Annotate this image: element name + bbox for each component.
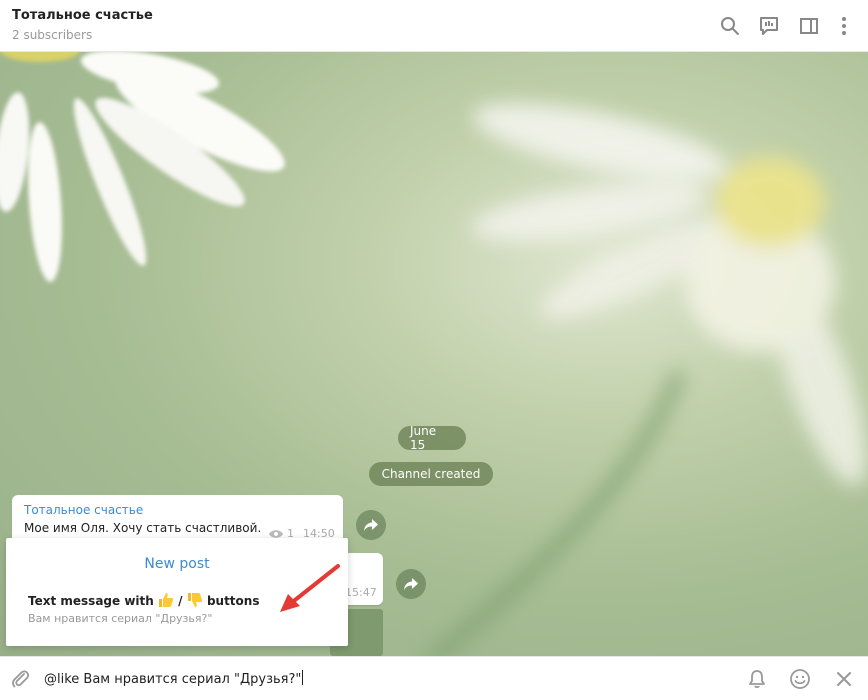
inline-result-description: Вам нравится сериал "Друзья?": [28, 612, 213, 625]
date-pill: June 15: [398, 424, 466, 452]
thumbs-up-icon: [158, 593, 174, 607]
close-icon[interactable]: [832, 667, 856, 691]
inline-result-title[interactable]: Text message with / buttons: [28, 592, 259, 608]
more-vertical-icon[interactable]: [832, 14, 856, 38]
message-text: Мое имя Оля. Хочу стать счастливой.: [24, 521, 262, 535]
forward-icon[interactable]: [396, 569, 426, 599]
message-input-bar: @like Вам нравится сериал "Друзья?": [0, 656, 868, 700]
channel-title[interactable]: Тотальное счастье: [12, 8, 153, 23]
message-meta: 15:47: [345, 586, 377, 599]
views-icon: [269, 529, 283, 538]
message-input[interactable]: @like Вам нравится сериал "Друзья?": [44, 670, 304, 687]
search-icon[interactable]: [718, 14, 742, 38]
discuss-icon[interactable]: [757, 14, 781, 38]
annotation-arrow-icon: [280, 564, 340, 612]
service-message-pill: Channel created: [369, 462, 493, 486]
emoji-icon[interactable]: [788, 667, 812, 691]
bell-icon[interactable]: [745, 667, 769, 691]
forward-icon[interactable]: [356, 510, 386, 540]
message-time: 15:47: [345, 586, 377, 599]
message-input-value: @like Вам нравится сериал "Друзья?": [44, 672, 302, 687]
sidebar-toggle-icon[interactable]: [797, 14, 821, 38]
result-title-prefix: Text message with: [28, 594, 154, 608]
result-title-separator: /: [178, 594, 183, 608]
result-title-suffix: buttons: [206, 594, 260, 608]
attach-icon[interactable]: [8, 667, 32, 691]
subscriber-count: 2 subscribers: [12, 28, 93, 42]
thumbs-down-icon: [187, 593, 202, 607]
text-caret: [302, 670, 304, 685]
chat-header: Тотальное счастье 2 subscribers: [0, 0, 868, 52]
message-sender[interactable]: Тотальное счастье: [24, 503, 143, 517]
